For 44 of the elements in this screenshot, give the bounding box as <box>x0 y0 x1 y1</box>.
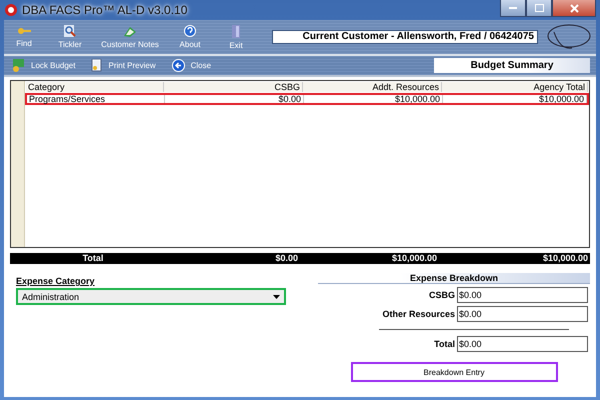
close-icon <box>570 4 578 12</box>
input-field[interactable]: $0.00 <box>457 306 588 322</box>
maximize-button[interactable] <box>526 0 552 17</box>
field-label: CSBG <box>428 290 455 300</box>
total-cell-text: $10,000.00 <box>542 253 589 264</box>
column-header[interactable]: CSBG <box>164 82 303 92</box>
dropdown-arrow-icon <box>273 294 280 298</box>
table-row[interactable]: Programs/Services $0.00 $10,000.00 $10,000.00 <box>25 93 589 105</box>
current-customer: Current Customer - Allensworth, Fred / 06424075 <box>272 30 538 44</box>
field-label: Total <box>433 339 455 349</box>
panel-title: Budget Summary <box>434 58 590 73</box>
field-label: Expense Category <box>16 276 96 286</box>
minimize-icon <box>509 6 517 10</box>
table-cell: $10,000.00 <box>304 95 443 103</box>
magnifier-icon <box>64 25 76 37</box>
window-title: DBA FACS Pro™ AL-D v3.0.10 <box>22 3 188 17</box>
book-icon <box>123 25 137 37</box>
toolbar-button[interactable]: Print Preview <box>89 59 158 72</box>
maximize-icon <box>534 4 544 12</box>
app-icon <box>4 3 18 17</box>
breakdown-entry-button[interactable]: Breakdown Entry <box>350 362 558 382</box>
door-icon <box>231 24 241 38</box>
lock-icon <box>12 59 25 72</box>
key-icon <box>17 26 31 36</box>
toolbar-button[interactable]: Lock Budget <box>10 59 78 72</box>
total-cell-text: Total <box>82 253 104 264</box>
column-header[interactable]: Addt. Resources <box>303 82 442 92</box>
help-icon <box>184 25 196 37</box>
total-cell-text: $10,000.00 <box>390 253 438 264</box>
field-label: Other Resources <box>381 309 455 319</box>
table-cell: $0.00 <box>165 95 304 103</box>
input-field[interactable]: $0.00 <box>457 287 588 303</box>
column-header[interactable]: Category <box>26 82 164 92</box>
document-icon <box>91 59 102 72</box>
column-header[interactable]: Agency Total <box>442 82 588 92</box>
table-cell: $10,000.00 <box>443 95 587 103</box>
close-button[interactable] <box>552 0 596 17</box>
category-dropdown[interactable]: Administration <box>16 288 286 305</box>
minimize-button[interactable] <box>500 0 526 17</box>
input-field[interactable]: $0.00 <box>457 336 588 352</box>
total-cell-text: $0.00 <box>274 253 299 264</box>
table-cell: Programs/Services <box>27 95 165 103</box>
section-header: Expense Breakdown <box>318 273 590 284</box>
toolbar-button[interactable]: Close <box>170 59 214 72</box>
